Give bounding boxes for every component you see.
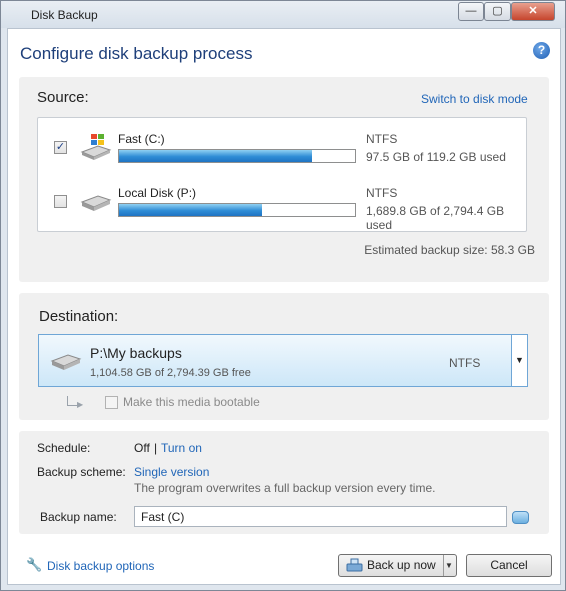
- schedule-value: Off: [134, 441, 150, 455]
- turn-on-schedule-link[interactable]: Turn on: [161, 441, 202, 455]
- backup-scheme-link[interactable]: Single version: [134, 465, 209, 479]
- source-panel: Source: Switch to disk mode ✓ Fast (C:): [19, 77, 549, 282]
- comment-icon[interactable]: [512, 511, 529, 524]
- back-up-now-button[interactable]: Back up now ▼: [338, 554, 457, 577]
- destination-path: P:\My backups: [90, 345, 182, 361]
- drive-icon: [50, 354, 82, 370]
- wrench-icon: 🔧: [26, 557, 43, 572]
- disk-backup-window: Disk Backup — ▢ ✕ Configure disk backup …: [0, 0, 566, 591]
- disk-usage-text: 97.5 GB of 119.2 GB used: [366, 150, 506, 164]
- back-up-now-label: Back up now: [367, 558, 436, 572]
- disk-backup-options-label: Disk backup options: [47, 559, 155, 573]
- help-icon[interactable]: ?: [533, 42, 550, 59]
- disk-usage-fill: [119, 150, 313, 162]
- disk-usage-bar: [118, 149, 356, 163]
- disk-backup-options-link[interactable]: 🔧 Disk backup options: [26, 557, 155, 573]
- disk-filesystem: NTFS: [366, 132, 398, 146]
- disk-name: Fast (C:): [118, 132, 165, 146]
- backup-scheme-label: Backup scheme:: [37, 465, 126, 479]
- maximize-button[interactable]: ▢: [484, 2, 511, 21]
- disk-usage-bar: [118, 203, 356, 217]
- title-bar[interactable]: Disk Backup — ▢ ✕: [1, 1, 565, 28]
- cancel-button[interactable]: Cancel: [466, 554, 552, 577]
- dropdown-arrow-icon[interactable]: ▼: [511, 335, 527, 386]
- bootable-label: Make this media bootable: [123, 395, 260, 409]
- disk-filesystem: NTFS: [366, 186, 398, 200]
- settings-panel: Schedule: Off | Turn on Backup scheme: S…: [19, 431, 549, 534]
- backup-name-input[interactable]: Fast (C): [134, 506, 507, 527]
- disk-checkbox-local-p[interactable]: [54, 195, 67, 208]
- dropdown-arrow-icon[interactable]: ▼: [445, 555, 453, 576]
- window-title: Disk Backup: [31, 8, 98, 22]
- schedule-label: Schedule:: [37, 441, 91, 455]
- close-button[interactable]: ✕: [511, 2, 555, 21]
- destination-filesystem: NTFS: [449, 356, 481, 370]
- destination-label: Destination:: [39, 308, 119, 325]
- destination-select[interactable]: P:\My backups 1,104.58 GB of 2,794.39 GB…: [38, 334, 528, 387]
- arrow-right-icon: ▶: [77, 400, 84, 409]
- destination-free-space: 1,104.58 GB of 2,794.39 GB free: [90, 367, 251, 379]
- estimated-size: Estimated backup size: 58.3 GB: [364, 243, 535, 257]
- backup-icon: [346, 558, 363, 572]
- disk-usage-fill: [119, 204, 262, 216]
- backup-scheme-description: The program overwrites a full backup ver…: [134, 481, 436, 495]
- windows-drive-icon: [80, 134, 112, 160]
- schedule-separator: |: [154, 441, 158, 455]
- drive-icon: [80, 195, 112, 211]
- source-label: Source:: [37, 89, 89, 106]
- page-title: Configure disk backup process: [20, 44, 253, 63]
- bootable-checkbox[interactable]: [105, 396, 118, 409]
- disk-row-local-p[interactable]: Local Disk (P:) NTFS 1,689.8 GB of 2,794…: [38, 186, 526, 232]
- switch-to-disk-mode-link[interactable]: Switch to disk mode: [421, 92, 528, 106]
- split-divider: [443, 555, 444, 576]
- disk-usage-text: 1,689.8 GB of 2,794.4 GB used: [366, 204, 505, 232]
- disk-name: Local Disk (P:): [118, 186, 197, 200]
- minimize-button[interactable]: —: [458, 2, 484, 21]
- dialog-body: Configure disk backup process ? Source: …: [7, 28, 561, 585]
- destination-panel: Destination: P:\My backups 1,104.58 GB o…: [19, 293, 549, 420]
- disk-checkbox-fast-c[interactable]: ✓: [54, 141, 67, 154]
- disk-row-fast-c[interactable]: ✓ Fast (C:) NTFS 97.5 GB of 119.2 GB use…: [38, 132, 526, 177]
- disk-list: ✓ Fast (C:) NTFS 97.5 GB of 119.2 GB use…: [37, 117, 527, 232]
- backup-name-label: Backup name:: [40, 510, 117, 524]
